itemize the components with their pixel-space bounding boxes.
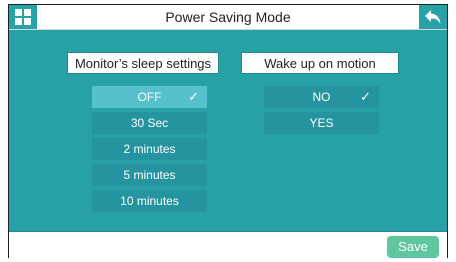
wake-option-no[interactable]: NO ✓ (264, 86, 379, 108)
option-label: OFF (137, 90, 162, 104)
sleep-option-off[interactable]: OFF ✓ (92, 86, 207, 108)
sleep-option-30-sec[interactable]: 30 Sec (92, 112, 207, 134)
wake-motion-header: Wake up on motion (241, 52, 399, 74)
option-label: YES (309, 116, 334, 130)
option-label: 30 Sec (130, 116, 169, 130)
check-icon: ✓ (188, 89, 199, 104)
back-arrow-icon (425, 10, 441, 24)
header-bar: Power Saving Mode (9, 5, 447, 30)
page-title: Power Saving Mode (165, 9, 291, 25)
sleep-option-5-minutes[interactable]: 5 minutes (92, 164, 207, 186)
check-icon: ✓ (360, 89, 371, 104)
app-window: Power Saving Mode Monitor’s sleep settin… (8, 4, 448, 260)
footer-bar: Save (9, 231, 447, 260)
wake-option-yes[interactable]: YES (264, 112, 379, 134)
back-button[interactable] (419, 5, 447, 29)
option-label: NO (312, 90, 331, 104)
save-button[interactable]: Save (387, 236, 439, 258)
option-label: 5 minutes (123, 168, 176, 182)
sleep-option-10-minutes[interactable]: 10 minutes (92, 190, 207, 212)
sleep-option-2-minutes[interactable]: 2 minutes (92, 138, 207, 160)
option-label: 2 minutes (123, 142, 176, 156)
settings-panel: Monitor’s sleep settings Wake up on moti… (9, 30, 447, 231)
sleep-settings-header: Monitor’s sleep settings (67, 52, 219, 74)
option-label: 10 minutes (120, 194, 179, 208)
